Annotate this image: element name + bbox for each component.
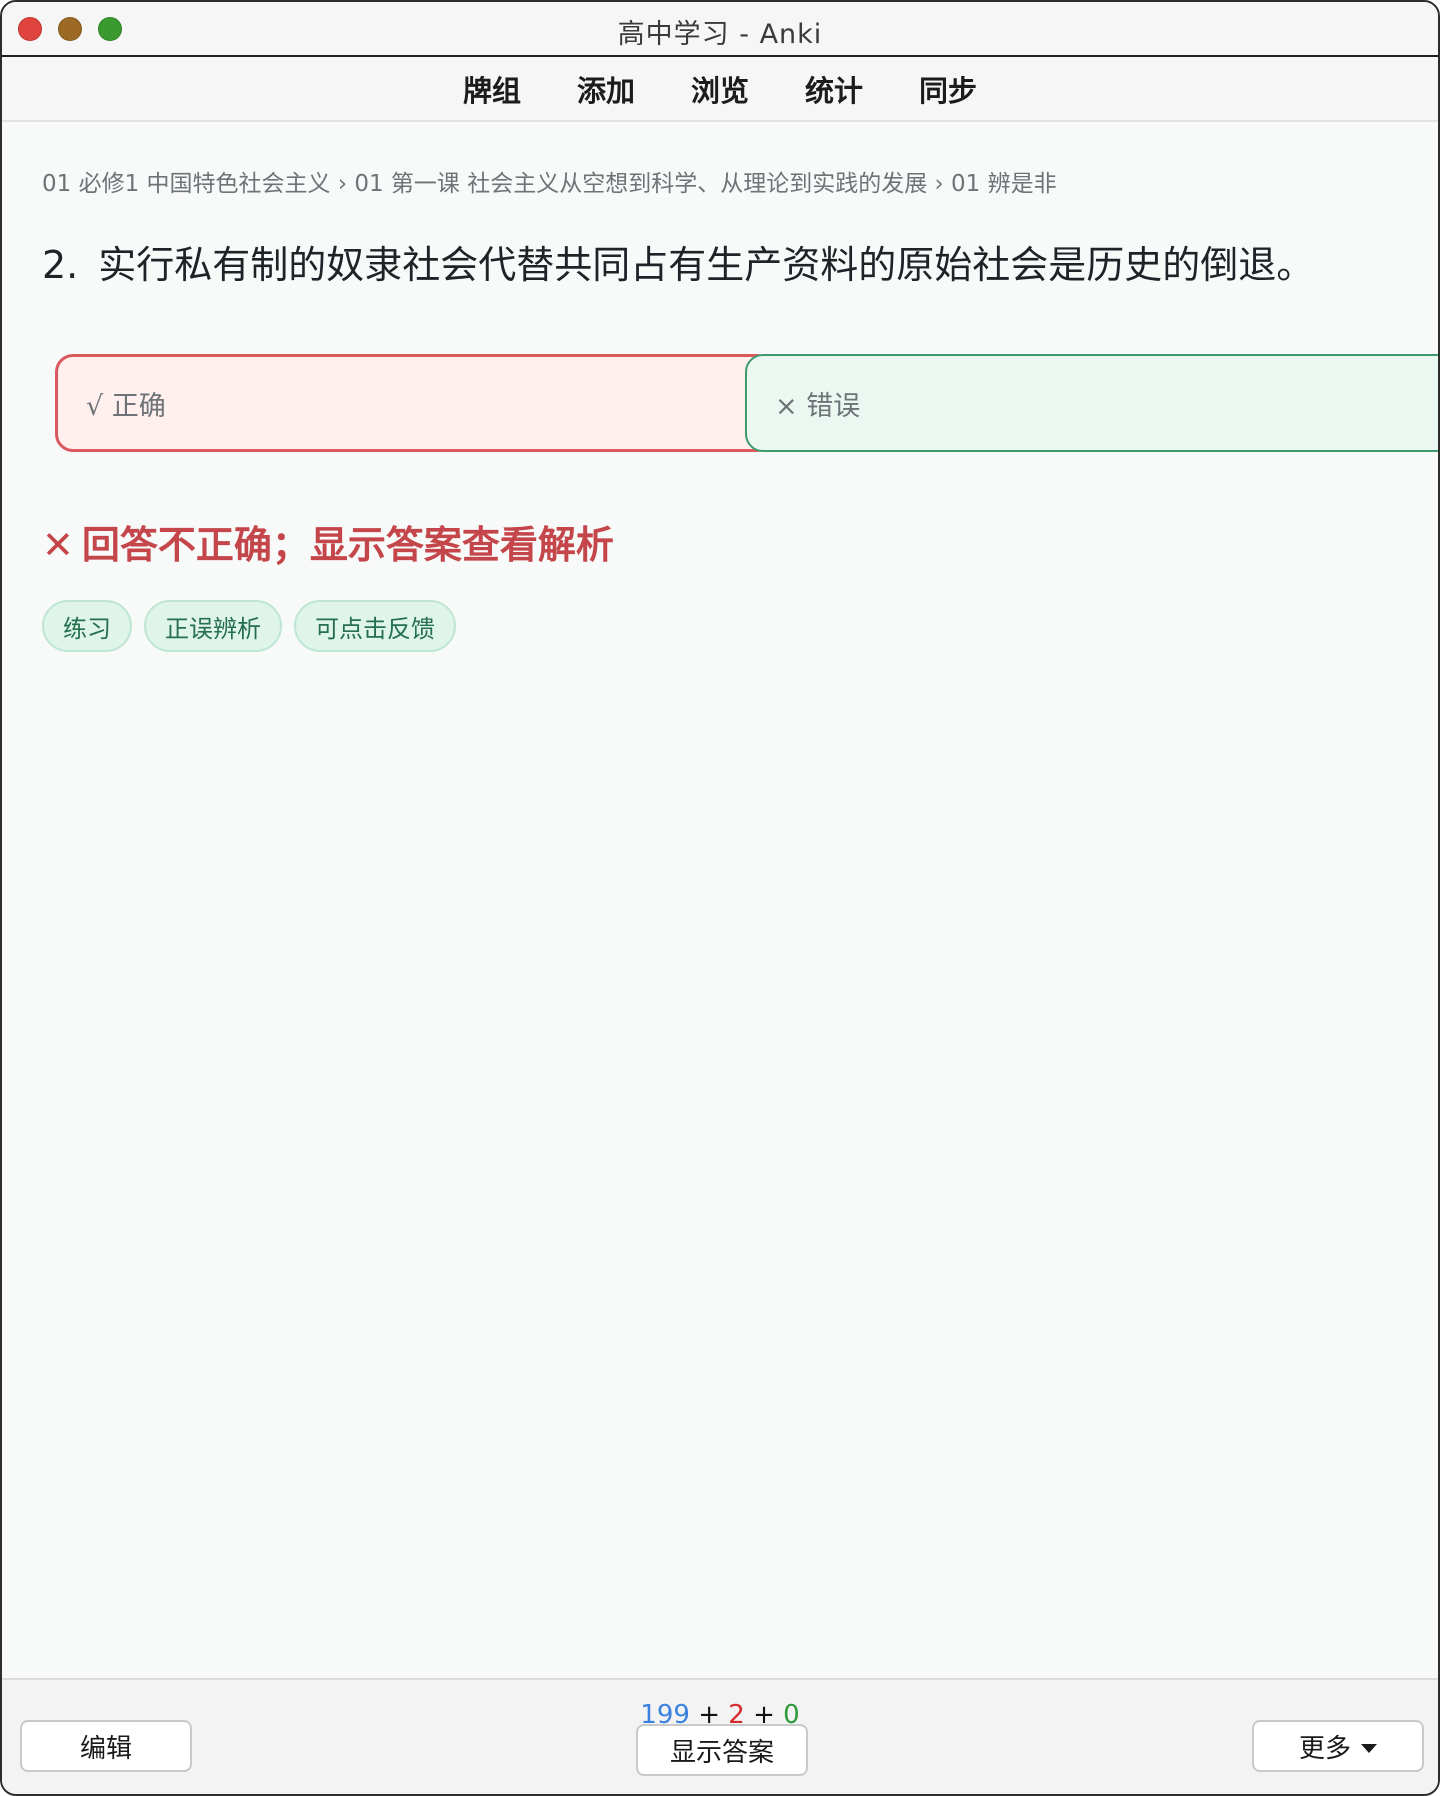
question-number: 2. [42, 243, 79, 287]
option-false-label: × 错误 [775, 390, 861, 422]
bottom-bar: 199 + 2 + 0 编辑 显示答案 更多 [2, 1678, 1438, 1794]
top-nav: 牌组 添加 浏览 统计 同步 [2, 57, 1438, 122]
title-bar: 高中学习 - Anki [2, 2, 1438, 57]
option-true-label: √ 正确 [86, 390, 166, 422]
incorrect-x-icon: ✕ [42, 523, 74, 567]
tag-clickable-feedback[interactable]: 可点击反馈 [294, 600, 456, 652]
anki-window: 高中学习 - Anki 牌组 添加 浏览 统计 同步 01 必修1 中国特色社会… [0, 0, 1440, 1796]
nav-decks[interactable]: 牌组 [463, 68, 521, 110]
nav-add[interactable]: 添加 [577, 68, 635, 110]
more-button[interactable]: 更多 [1252, 1720, 1424, 1772]
nav-browse[interactable]: 浏览 [691, 68, 749, 110]
answer-feedback: ✕ 回答不正确；显示答案查看解析 [42, 514, 614, 569]
edit-button-label: 编辑 [79, 1733, 132, 1764]
nav-sync[interactable]: 同步 [919, 68, 977, 110]
edit-button[interactable]: 编辑 [20, 1720, 192, 1772]
option-false-button[interactable]: × 错误 [745, 354, 1438, 452]
caret-down-icon [1361, 1743, 1377, 1753]
show-answer-button[interactable]: 显示答案 [636, 1724, 808, 1776]
more-button-label: 更多 [1298, 1733, 1351, 1764]
option-true-button[interactable]: √ 正确 [55, 354, 775, 452]
deck-breadcrumb: 01 必修1 中国特色社会主义 › 01 第一课 社会主义从空想到科学、从理论到… [42, 171, 1057, 197]
feedback-text: 回答不正确；显示答案查看解析 [81, 523, 614, 567]
window-title: 高中学习 - Anki [617, 19, 823, 50]
tag-true-false-analysis[interactable]: 正误辨析 [144, 600, 282, 652]
tag-practice[interactable]: 练习 [42, 600, 132, 652]
nav-stats[interactable]: 统计 [805, 68, 863, 110]
show-answer-label: 显示答案 [669, 1737, 774, 1768]
tag-list: 练习 正误辨析 可点击反馈 [42, 600, 456, 652]
question: 2. 实行私有制的奴隶社会代替共同占有生产资料的原始社会是历史的倒退。 [42, 234, 1314, 289]
question-text: 实行私有制的奴隶社会代替共同占有生产资料的原始社会是历史的倒退。 [98, 243, 1315, 287]
